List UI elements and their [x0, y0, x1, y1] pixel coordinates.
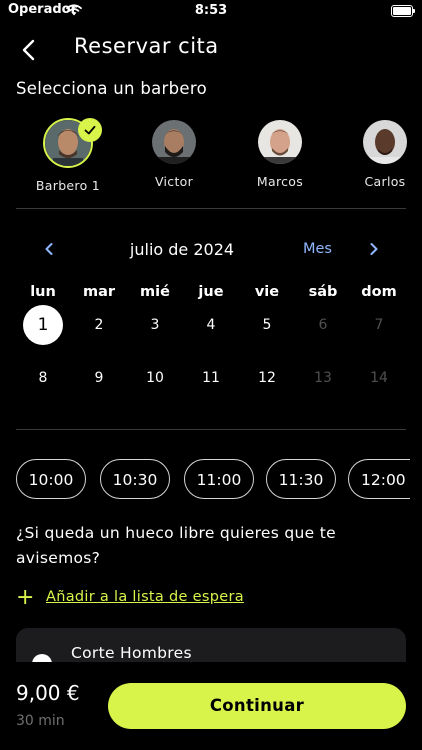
page-title: Reservar cita [74, 34, 219, 58]
time-slot-button[interactable]: 12:00 [348, 459, 410, 499]
add-to-waitlist-link[interactable]: Añadir a la lista de espera [46, 589, 244, 605]
time-slot-button[interactable]: 10:30 [100, 459, 170, 499]
calendar-day-unavailable: 6 [318, 317, 328, 333]
weekday-label: lun [30, 284, 56, 300]
status-time: 8:53 [194, 3, 228, 18]
continue-button[interactable]: Continuar [108, 683, 406, 729]
next-month-chevron-icon[interactable] [367, 240, 381, 258]
calendar-day-unavailable: 13 [314, 370, 332, 386]
barbers-section-title: Selecciona un barbero [16, 79, 207, 98]
calendar-day[interactable]: 8 [23, 358, 63, 398]
battery-icon [391, 5, 415, 17]
back-chevron-icon[interactable] [18, 38, 42, 62]
section-divider [16, 208, 406, 209]
barber-option-4[interactable]: Carlos [340, 120, 422, 189]
barber-avatar [152, 120, 196, 164]
calendar-day-selected[interactable]: 1 [23, 305, 63, 345]
section-divider [16, 429, 406, 430]
barber-name: Victor [154, 174, 194, 189]
time-slot-button[interactable]: 11:30 [266, 459, 336, 499]
weekday-label: mar [82, 284, 116, 300]
calendar-day[interactable]: 5 [247, 305, 287, 345]
barber-name: Marcos [256, 174, 304, 189]
weekday-label: vie [254, 284, 280, 300]
waitlist-question: ¿Si queda un hueco libre quieres que te … [16, 524, 336, 567]
barber-avatar [258, 120, 302, 164]
barber-name: Carlos [364, 174, 406, 189]
calendar-day[interactable]: 3 [135, 305, 175, 345]
time-slot-button[interactable]: 11:00 [184, 459, 254, 499]
plus-icon[interactable]: + [16, 587, 34, 609]
selected-check-icon [78, 118, 102, 142]
calendar-day[interactable]: 12 [247, 358, 287, 398]
calendar-day[interactable]: 11 [191, 358, 231, 398]
calendar-day[interactable]: 9 [79, 358, 119, 398]
total-price: 9,00 € [16, 681, 80, 705]
weekday-label: jue [198, 284, 224, 300]
calendar-day-unavailable: 14 [370, 370, 388, 386]
service-duration: 30 min [16, 713, 65, 729]
service-name: Corte Hombres [71, 644, 192, 662]
calendar-view-mode[interactable]: Mes [303, 241, 332, 257]
barber-option-2[interactable]: Victor [129, 120, 219, 189]
weekday-label: dom [361, 284, 397, 300]
calendar-day[interactable]: 10 [135, 358, 175, 398]
calendar-day[interactable]: 4 [191, 305, 231, 345]
barber-option-3[interactable]: Marcos [235, 120, 325, 189]
time-slot-button[interactable]: 10:00 [16, 459, 86, 499]
calendar-day-unavailable: 7 [374, 317, 384, 333]
weekday-label: sáb [308, 284, 338, 300]
barber-name: Barbero 1 [35, 178, 101, 193]
weekday-label: mié [140, 284, 170, 300]
calendar-day[interactable]: 2 [79, 305, 119, 345]
barber-avatar [363, 120, 407, 164]
